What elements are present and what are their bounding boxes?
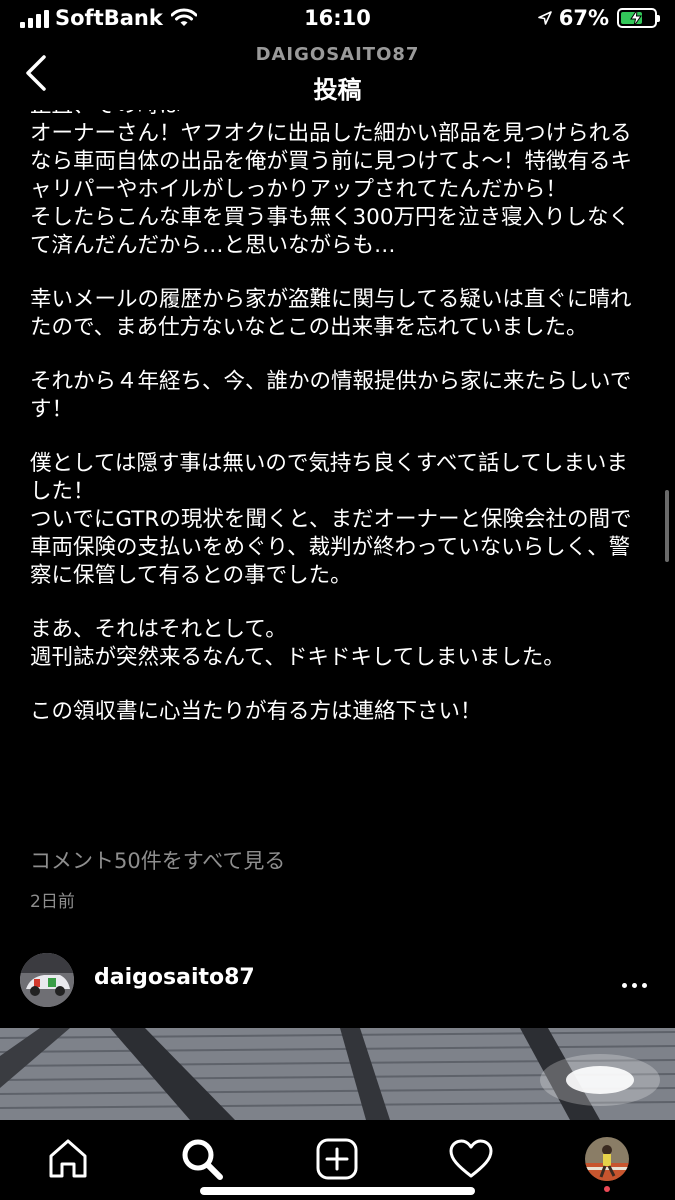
tab-activity[interactable] bbox=[446, 1134, 496, 1184]
battery-percent: 67% bbox=[558, 6, 609, 30]
caption-line: オーナーさん！ヤフオクに出品した細かい部品を見つけられるなら車両自体の出品を俺が… bbox=[30, 121, 633, 202]
location-arrow-icon bbox=[537, 11, 552, 25]
header-username: DAIGOSAITO87 bbox=[255, 44, 420, 65]
battery-icon bbox=[617, 8, 660, 28]
tab-search[interactable] bbox=[177, 1134, 227, 1184]
car-avatar-image bbox=[20, 953, 74, 1007]
caption-line: ついでにGTRの現状を聞くと、まだオーナーと保険会社の間で車両保険の支払いをめぐ… bbox=[30, 507, 632, 588]
caption-line: 僕としては隠す事は無いので気持ち良くすべて話してしまいました！ bbox=[30, 451, 628, 504]
post-avatar[interactable] bbox=[20, 953, 74, 1007]
charging-bolt-icon bbox=[630, 10, 642, 26]
page-title: 投稿 bbox=[313, 76, 362, 104]
garage-ceiling-photo bbox=[0, 1028, 675, 1120]
post-feed[interactable]: 正直、その時は オーナーさん！ヤフオクに出品した細かい部品を見つけられるなら車両… bbox=[0, 110, 675, 1120]
new-post-icon bbox=[316, 1138, 358, 1180]
status-bar: SoftBank 16:10 67% bbox=[0, 0, 675, 40]
post-image[interactable] bbox=[0, 1028, 675, 1120]
battery-nub bbox=[657, 15, 660, 22]
view-all-comments-link[interactable]: コメント50件をすべて見る bbox=[30, 845, 285, 875]
home-icon bbox=[49, 1139, 87, 1178]
caption-line: そしたらこんな車を買う事も無く300万円を泣き寝入りしなくて済んだんだから…と思… bbox=[30, 205, 631, 258]
caption-line: まあ、それはそれとして。 bbox=[30, 617, 287, 642]
more-options-icon[interactable] bbox=[622, 983, 647, 988]
caption-cut-line: 正直、その時は bbox=[30, 110, 645, 120]
profile-photo bbox=[585, 1137, 629, 1181]
scrollbar[interactable] bbox=[665, 490, 669, 562]
activity-heart-icon bbox=[449, 1139, 493, 1178]
home-indicator[interactable] bbox=[200, 1187, 475, 1195]
post-caption: 正直、その時は オーナーさん！ヤフオクに出品した細かい部品を見つけられるなら車両… bbox=[30, 110, 645, 726]
tab-new-post[interactable] bbox=[312, 1134, 362, 1184]
tab-home[interactable] bbox=[43, 1134, 93, 1184]
caption-line: 週刊誌が突然来るなんて、ドキドキしてしまいました。 bbox=[30, 645, 565, 670]
search-icon bbox=[182, 1139, 223, 1180]
status-right: 67% bbox=[537, 6, 660, 30]
post-timestamp: 2日前 bbox=[30, 892, 75, 912]
activity-notification-dot bbox=[604, 1186, 610, 1192]
caption-line: この領収書に心当たりが有る方は連絡下さい！ bbox=[30, 699, 482, 724]
next-post-header: daigosaito87 bbox=[0, 945, 675, 1025]
tab-profile[interactable] bbox=[582, 1134, 632, 1192]
post-username[interactable]: daigosaito87 bbox=[94, 965, 255, 990]
caption-line: 幸いメールの履歴から家が盗難に関与してる疑いは直ぐに晴れたので、まあ仕方ないなと… bbox=[30, 287, 632, 340]
profile-avatar-icon bbox=[585, 1137, 629, 1181]
top-nav-bar: DAIGOSAITO87 投稿 bbox=[0, 40, 675, 110]
caption-line: それから４年経ち、今、誰かの情報提供から家に来たらしいです！ bbox=[30, 369, 632, 422]
